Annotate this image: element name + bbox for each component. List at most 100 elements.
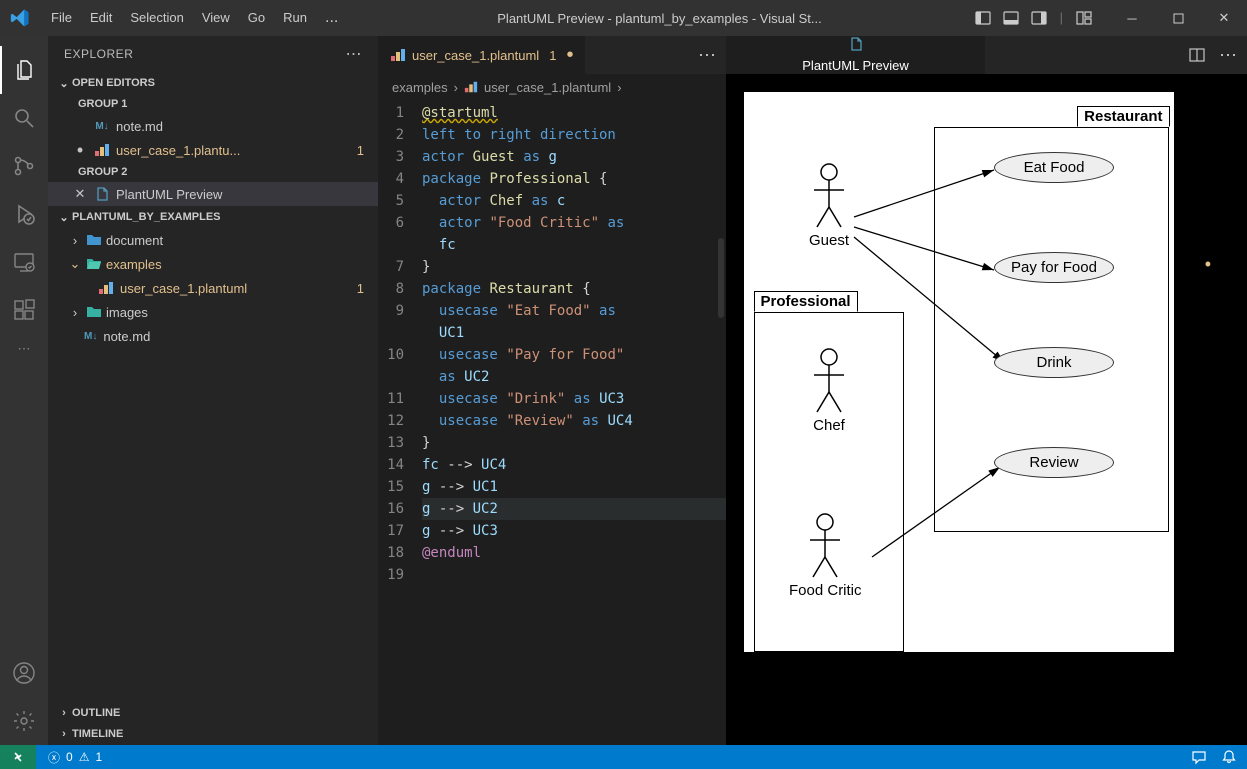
extensions-icon[interactable] [0, 286, 48, 334]
menu-file[interactable]: File [42, 0, 81, 36]
menu-overflow[interactable]: ... [316, 0, 347, 36]
uml-usecase: Drink [994, 347, 1114, 378]
remote-explorer-icon[interactable] [0, 238, 48, 286]
folder-examples[interactable]: ⌄ examples • [48, 252, 378, 276]
tab-overflow-icon[interactable]: ⋯ [1219, 45, 1237, 66]
git-icon[interactable] [0, 142, 48, 190]
tree-file-usecase[interactable]: user_case_1.plantuml 1 [48, 276, 378, 300]
close-icon[interactable]: ✕ [72, 186, 88, 202]
close-button[interactable]: ✕ [1201, 0, 1247, 36]
error-count: 0 [66, 750, 73, 764]
code-editor[interactable]: 12345678910111213141516171819 @startumll… [378, 100, 726, 745]
tab-usecase[interactable]: user_case_1.plantuml 1 • [378, 36, 586, 74]
chevron-right-icon: › [56, 728, 72, 740]
warning-count: 1 [95, 750, 102, 764]
files-icon[interactable] [0, 46, 48, 94]
uml-diagram: Restaurant Professional Guest Chef Food Crit… [744, 92, 1174, 652]
open-editor-usecase[interactable]: • user_case_1.plantu... 1 [48, 138, 378, 162]
actor-label: Chef [809, 417, 849, 434]
scrollbar[interactable] [710, 100, 726, 745]
warning-icon: ⚠ [79, 750, 90, 764]
feedback-icon[interactable] [1191, 749, 1207, 765]
outline-label: OUTLINE [72, 707, 120, 719]
bell-icon[interactable] [1221, 749, 1237, 765]
package-label: Restaurant [1077, 106, 1169, 127]
vscode-icon [10, 8, 30, 28]
problems-button[interactable]: ⓧ0 ⚠1 [42, 749, 108, 766]
debug-icon[interactable] [0, 190, 48, 238]
chevron-right-icon: › [56, 707, 72, 719]
mod-badge: 1 [357, 281, 364, 296]
project-section[interactable]: ⌄ PLANTUML_BY_EXAMPLES [48, 206, 378, 228]
preview-canvas[interactable]: Restaurant Professional Guest Chef Food Crit… [726, 74, 1247, 745]
open-editors-label: OPEN EDITORS [72, 77, 155, 89]
crumb-file[interactable]: user_case_1.plantuml [484, 80, 611, 95]
folder-document[interactable]: › document [48, 228, 378, 252]
outline-section[interactable]: › OUTLINE [48, 701, 378, 723]
chevron-right-icon: › [68, 305, 82, 320]
layout-custom-icon[interactable] [1073, 10, 1095, 26]
search-icon[interactable] [0, 94, 48, 142]
activity-overflow[interactable]: ⋯ [0, 334, 48, 364]
scroll-thumb[interactable] [718, 238, 724, 318]
code-body[interactable]: @startumlleft to right directionactor Gu… [422, 100, 726, 745]
chevron-down-icon: ⌄ [56, 77, 72, 90]
editor-group-2: PlantUML Preview ✕ ⋯ Restaurant Professio… [726, 36, 1247, 745]
split-icon[interactable] [1189, 47, 1205, 63]
crumb-sep: › [454, 80, 458, 95]
open-editor-note[interactable]: M↓ note.md [48, 114, 378, 138]
timeline-label: TIMELINE [72, 728, 123, 740]
maximize-button[interactable] [1155, 0, 1201, 36]
layout-right-icon[interactable] [1028, 10, 1050, 26]
editor-tabs-right: PlantUML Preview ✕ ⋯ [726, 36, 1247, 74]
uml-actor: Guest [809, 162, 849, 249]
file-label: user_case_1.plantu... [116, 143, 378, 158]
uml-actor: Food Critic [789, 512, 862, 599]
menu-run[interactable]: Run [274, 0, 316, 36]
main-menu: File Edit Selection View Go Run ... [42, 0, 347, 36]
plantuml-icon [98, 280, 114, 296]
dirty-dot-icon: • [566, 44, 573, 67]
editor-group-1: user_case_1.plantuml 1 • ⋯ examples › us… [378, 36, 726, 745]
chevron-down-icon: ⌄ [68, 256, 82, 272]
tab-preview[interactable]: PlantUML Preview ✕ [726, 36, 986, 74]
crumb-sep: › [617, 80, 621, 95]
tab-label: PlantUML Preview [802, 58, 908, 73]
file-label: PlantUML Preview [116, 187, 378, 202]
tab-overflow-icon[interactable]: ⋯ [698, 45, 716, 66]
breadcrumbs[interactable]: examples › user_case_1.plantuml › [378, 74, 726, 100]
tree-file-note[interactable]: M↓ note.md [48, 324, 378, 348]
chevron-right-icon: › [68, 233, 82, 248]
open-editor-preview[interactable]: ✕ PlantUML Preview [48, 182, 378, 206]
plantuml-icon [464, 80, 478, 94]
settings-icon[interactable] [0, 697, 48, 745]
file-label: user_case_1.plantuml [120, 281, 247, 296]
menu-selection[interactable]: Selection [121, 0, 192, 36]
uml-usecase: Pay for Food [994, 252, 1114, 283]
crumb-folder[interactable]: examples [392, 80, 448, 95]
markdown-icon: M↓ [84, 331, 97, 342]
markdown-icon: M↓ [94, 118, 110, 134]
open-editors-section[interactable]: ⌄ OPEN EDITORS [48, 72, 378, 94]
group-2-label: GROUP 2 [48, 162, 378, 182]
explorer-more-icon[interactable]: ⋯ [346, 44, 363, 64]
folder-label: images [106, 305, 148, 320]
package-label: Professional [754, 291, 858, 312]
menu-edit[interactable]: Edit [81, 0, 121, 36]
remote-button[interactable] [0, 745, 36, 769]
menu-view[interactable]: View [193, 0, 239, 36]
layout-bottom-icon[interactable] [1000, 10, 1022, 26]
file-label: note.md [103, 329, 150, 344]
folder-images[interactable]: › images [48, 300, 378, 324]
folder-icon [86, 304, 102, 320]
timeline-section[interactable]: › TIMELINE [48, 723, 378, 745]
layout-left-icon[interactable] [972, 10, 994, 26]
menu-go[interactable]: Go [239, 0, 274, 36]
tab-m-badge: 1 [549, 48, 556, 63]
line-gutter: 12345678910111213141516171819 [378, 100, 422, 745]
minimize-button[interactable]: ─ [1109, 0, 1155, 36]
uml-usecase: Review [994, 447, 1114, 478]
uml-usecase: Eat Food [994, 152, 1114, 183]
account-icon[interactable] [0, 649, 48, 697]
plantuml-icon [94, 142, 110, 158]
